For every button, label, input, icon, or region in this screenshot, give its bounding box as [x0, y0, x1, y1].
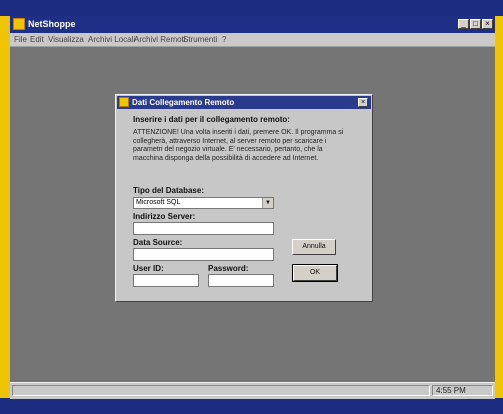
datasource-label: Data Source: — [133, 238, 183, 247]
cancel-button[interactable]: Annulla — [292, 239, 336, 255]
menu-help[interactable]: ? — [222, 35, 226, 44]
remote-connection-dialog: Dati Collegamento Remoto × Inserire i da… — [115, 94, 373, 302]
app-titlebar[interactable]: NetShoppe _ □ × — [10, 16, 495, 33]
dialog-app-icon — [119, 97, 129, 107]
menu-file[interactable]: File — [14, 35, 27, 44]
warning-text: ATTENZIONE! Una volta inseriti i dati, p… — [133, 129, 344, 162]
status-message-cell — [12, 385, 430, 396]
userid-input[interactable] — [133, 274, 199, 287]
dialog-heading: Inserire i dati per il collegamento remo… — [133, 115, 290, 124]
frame-top — [0, 0, 503, 16]
db-type-select[interactable]: Microsoft SQL ▼ — [133, 197, 274, 209]
status-time: 4:55 PM — [432, 385, 493, 396]
menu-strumenti[interactable]: Strumenti — [183, 35, 217, 44]
app-title: NetShoppe — [28, 19, 76, 29]
menu-archivi-locali[interactable]: Archivi Locali — [88, 35, 135, 44]
menu-edit[interactable]: Edit — [30, 35, 44, 44]
app-logo-icon — [13, 18, 25, 30]
frame-bottom — [0, 398, 503, 414]
chevron-down-icon[interactable]: ▼ — [262, 198, 273, 208]
server-label: Indirizzo Server: — [133, 212, 196, 221]
db-type-label: Tipo del Database: — [133, 186, 204, 195]
datasource-input[interactable] — [133, 248, 274, 261]
minimize-button[interactable]: _ — [458, 19, 469, 29]
password-input[interactable] — [208, 274, 274, 287]
menu-archivi-remoti[interactable]: Archivi Remoti — [134, 35, 186, 44]
close-button[interactable]: × — [482, 19, 493, 29]
menu-visualizza[interactable]: Visualizza — [48, 35, 84, 44]
statusbar: 4:55 PM — [10, 382, 495, 399]
frame-right — [495, 16, 503, 398]
frame-left — [0, 16, 10, 398]
maximize-button[interactable]: □ — [470, 19, 481, 29]
dialog-title: Dati Collegamento Remoto — [132, 98, 235, 107]
dialog-titlebar[interactable]: Dati Collegamento Remoto × — [117, 96, 371, 109]
server-input[interactable] — [133, 222, 274, 235]
menubar: File Edit Visualizza Archivi Locali Arch… — [10, 33, 495, 47]
password-label: Password: — [208, 264, 249, 273]
ok-button[interactable]: OK — [292, 264, 338, 282]
dialog-close-button[interactable]: × — [358, 98, 368, 107]
userid-label: User ID: — [133, 264, 164, 273]
app-window: NetShoppe _ □ × File Edit Visualizza Arc… — [10, 16, 495, 399]
db-type-value: Microsoft SQL — [136, 199, 181, 206]
